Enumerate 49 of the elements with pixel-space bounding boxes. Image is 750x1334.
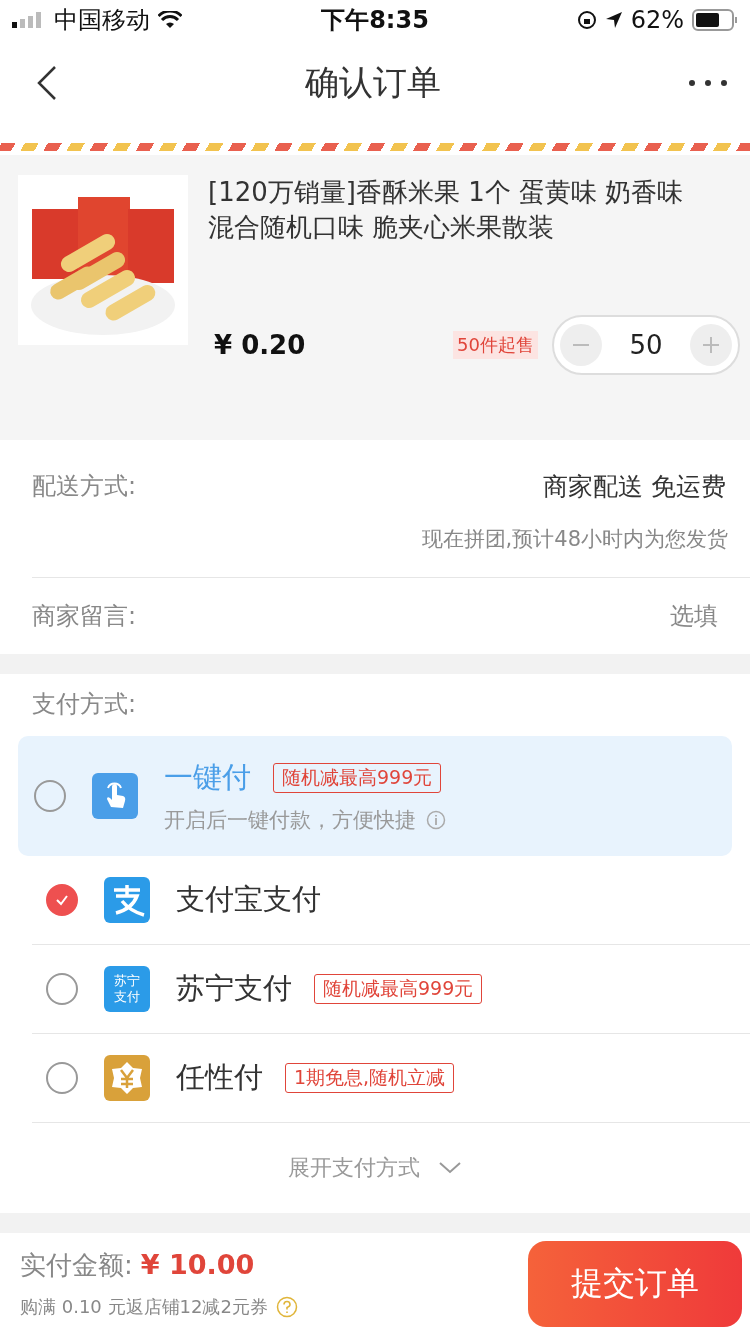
chevron-down-icon	[438, 1161, 462, 1175]
plus-button[interactable]	[690, 324, 732, 366]
message-field[interactable]: 选填	[516, 601, 720, 631]
payment-name: 支付宝支付	[176, 881, 321, 918]
minus-icon	[573, 344, 589, 346]
status-time: 下午8:35	[321, 5, 429, 36]
total-label: 实付金额:	[20, 1249, 133, 1282]
payment-option[interactable]: 苏宁 支付 苏宁支付 随机减最高999元	[32, 945, 750, 1034]
radio-button[interactable]	[46, 973, 78, 1005]
back-icon[interactable]	[36, 64, 58, 101]
payment-label: 支付方式:	[32, 689, 138, 720]
highlighted-payment-option[interactable]: 一键付 随机减最高999元 开启后一键付款，方便快捷	[18, 736, 732, 856]
payment-option[interactable]: 支付宝支付	[32, 856, 750, 945]
yuan-badge-icon	[104, 1055, 150, 1101]
payment-subtitle: 开启后一键付款，方便快捷	[164, 807, 416, 834]
submit-order-button[interactable]: 提交订单	[528, 1240, 742, 1327]
delivery-note: 现在拼团,预计48小时内为您发货	[32, 503, 750, 578]
alipay-icon	[104, 877, 150, 923]
rotation-lock-icon	[576, 10, 597, 30]
payment-name: 任性付	[176, 1059, 263, 1096]
tap-hand-icon	[92, 773, 138, 819]
page-title: 确认订单	[305, 60, 441, 104]
radio-button[interactable]	[46, 1062, 78, 1094]
delivery-value: 商家配送 免运费	[543, 471, 726, 503]
suning-pay-icon: 苏宁 支付	[104, 966, 150, 1012]
radio-button[interactable]	[34, 780, 66, 812]
product-price: ¥ 0.20	[214, 330, 307, 360]
battery-icon	[692, 9, 738, 31]
quantity-value[interactable]: 50	[618, 330, 674, 360]
message-label: 商家留言:	[32, 601, 137, 632]
carrier-name: 中国移动	[54, 5, 150, 36]
payment-name: 苏宁支付	[176, 970, 292, 1007]
promo-tag: 随机减最高999元	[273, 763, 442, 793]
promo-tag: 1期免息,随机立减	[285, 1063, 455, 1093]
battery-percent: 62%	[630, 6, 684, 34]
promo-text: 购满 0.10 元返店铺12减2元券	[20, 1295, 268, 1319]
location-icon	[604, 11, 623, 29]
payment-name: 一键付	[164, 759, 251, 796]
product-title: [120万销量]香酥米果 1个 蛋黄味 奶香味混合随机口味 脆夹心米果散装	[208, 176, 685, 244]
more-icon[interactable]	[688, 78, 728, 87]
info-icon[interactable]	[426, 810, 446, 830]
delivery-label: 配送方式:	[32, 471, 137, 502]
wifi-icon	[158, 11, 182, 29]
minimum-order-tag: 50件起售	[453, 331, 538, 359]
plus-icon	[701, 335, 721, 355]
promo-tag: 随机减最高999元	[314, 974, 483, 1004]
total-amount: ¥ 10.00	[140, 1249, 255, 1280]
radio-button[interactable]	[46, 884, 78, 916]
help-icon[interactable]	[275, 1296, 298, 1318]
